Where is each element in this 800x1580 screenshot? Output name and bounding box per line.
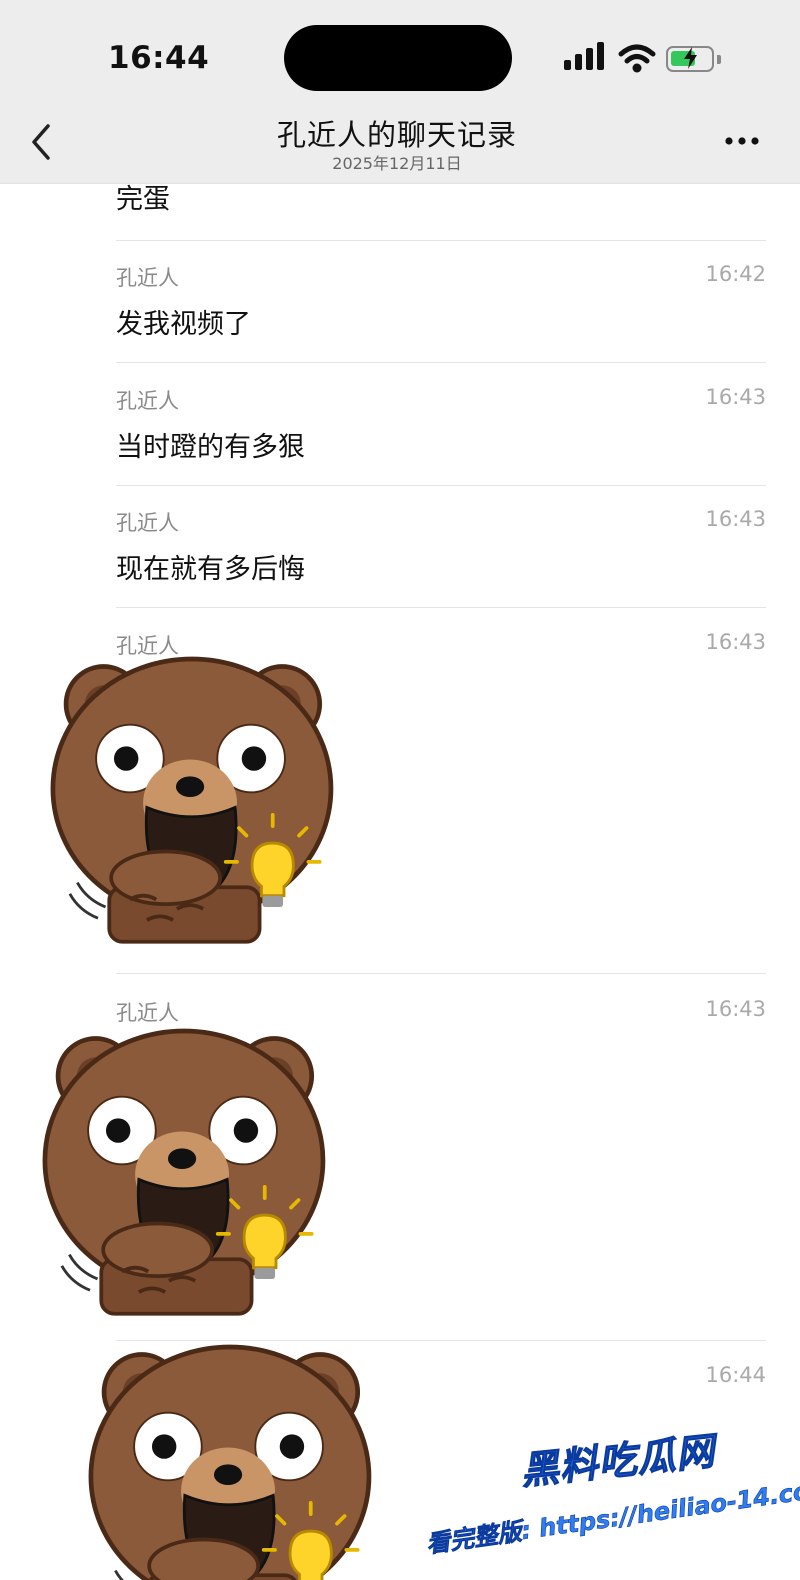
page-title: 孔近人的聊天记录 [276,118,517,152]
bear-sticker-icon[interactable] [28,1014,338,1326]
watermark-brand: 黑料吃瓜网 [518,1428,718,1494]
message-text: 当时蹬的有多狠 [116,432,305,463]
message-sender: 孔近人 [116,266,179,290]
wifi-icon [618,44,656,73]
bear-sticker-icon[interactable] [36,642,346,954]
message-time: 16:43 [705,385,766,409]
watermark: 黑料吃瓜网 看完整版: https://heiliao-14.com [420,1424,800,1574]
message-sender: 孔近人 [116,511,179,535]
message-text: 发我视频了 [116,309,251,340]
page-date: 2025年12月11日 [332,154,462,173]
message-time: 16:43 [705,507,766,531]
divider [116,240,766,241]
more-options-icon[interactable] [720,126,764,156]
message-sender: 孔近人 [116,389,179,413]
divider [116,362,766,363]
message-time: 16:43 [705,630,766,654]
status-icons [562,42,732,78]
divider [116,973,766,974]
message-time: 16:42 [705,262,766,286]
message-text: 现在就有多后悔 [116,554,305,585]
status-time: 16:44 [108,40,210,76]
divider [116,485,766,486]
top-bar: 16:44 孔近人的聊天记录 2025年12月11日 [0,0,800,184]
divider [116,607,766,608]
dynamic-island [284,25,512,91]
battery-icon [666,46,714,72]
bear-sticker-icon[interactable] [74,1330,384,1580]
message-time: 16:43 [705,997,766,1021]
message-time: 16:44 [705,1363,766,1387]
battery-tip [717,55,721,64]
